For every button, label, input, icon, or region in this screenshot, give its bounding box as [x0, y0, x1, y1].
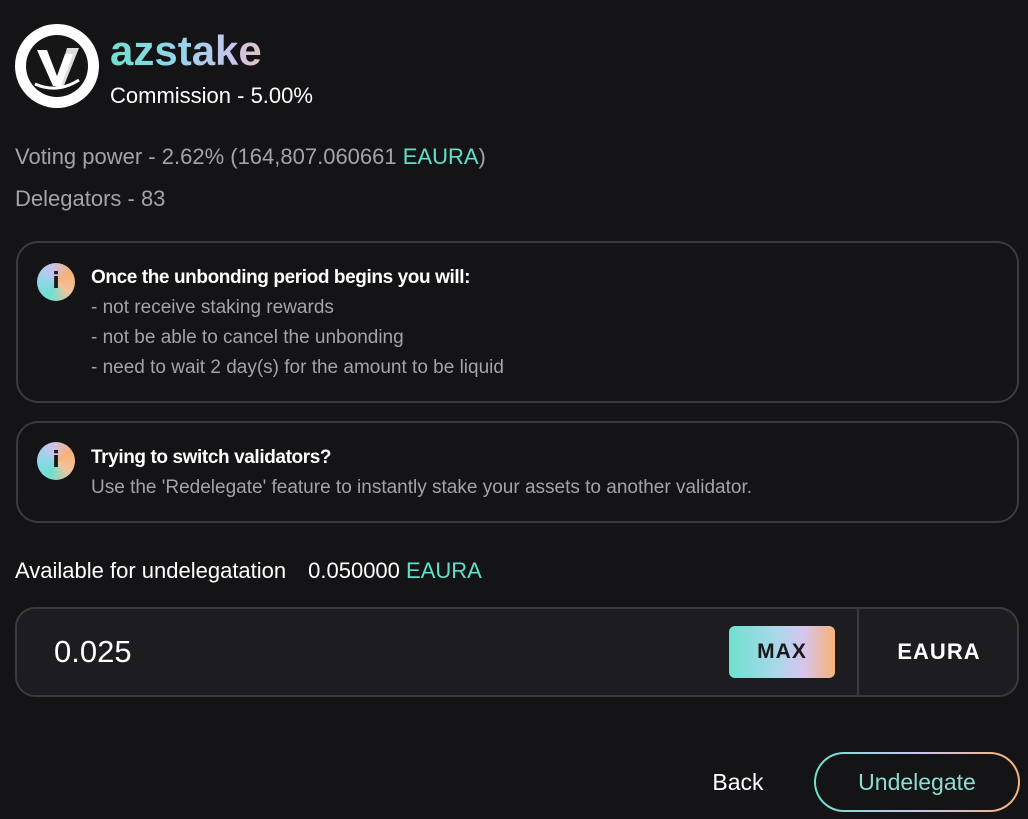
redelegate-notice-body: Use the 'Redelegate' feature to instantl…	[91, 477, 753, 498]
max-button[interactable]: MAX	[729, 626, 835, 678]
voting-power: Voting power - 2.62% (164,807.060661 EAU…	[15, 143, 486, 171]
amount-field: MAX EAURA	[15, 607, 1019, 697]
voting-power-label: Voting power - 2.62% (164,807.060661	[15, 144, 403, 169]
validator-commission: Commission - 5.00%	[110, 83, 313, 108]
undelegate-button[interactable]: Undelegate	[814, 752, 1020, 812]
back-button[interactable]: Back	[690, 760, 786, 804]
available-denom: EAURA	[406, 558, 482, 583]
unbonding-notice-line: - need to wait 2 day(s) for the amount t…	[91, 357, 504, 378]
amount-denom: EAURA	[897, 639, 981, 664]
available-balance: Available for undelegatation 0.050000 EAU…	[15, 556, 482, 586]
validator-name: azstake	[110, 26, 313, 76]
validator-title-block: azstake Commission - 5.00%	[110, 24, 313, 110]
available-amount: 0.050000	[308, 558, 400, 583]
info-icon: i	[37, 263, 75, 301]
voting-power-denom: EAURA	[402, 144, 479, 169]
voting-power-close: )	[478, 144, 486, 169]
validator-logo-icon	[17, 26, 97, 106]
undelegate-page: azstake Commission - 5.00% Voting power …	[0, 0, 1028, 819]
redelegate-notice: i Trying to switch validators? Use the '…	[16, 421, 1019, 523]
unbonding-notice-line: - not receive staking rewards	[91, 297, 334, 318]
redelegate-notice-text: Trying to switch validators? Use the 'Re…	[91, 443, 752, 503]
unbonding-notice-title: Once the unbonding period begins you wil…	[91, 267, 471, 288]
delegators-count: Delegators - 83	[15, 186, 166, 211]
available-label: Available for undelegatation	[15, 558, 287, 583]
info-icon: i	[37, 442, 75, 480]
unbonding-notice: i Once the unbonding period begins you w…	[16, 241, 1019, 403]
validator-header: azstake Commission - 5.00%	[15, 24, 313, 110]
unbonding-notice-text: Once the unbonding period begins you wil…	[91, 263, 504, 383]
redelegate-notice-title: Trying to switch validators?	[91, 447, 332, 468]
unbonding-notice-line: - not be able to cancel the unbonding	[91, 327, 404, 348]
validator-avatar	[15, 24, 99, 108]
